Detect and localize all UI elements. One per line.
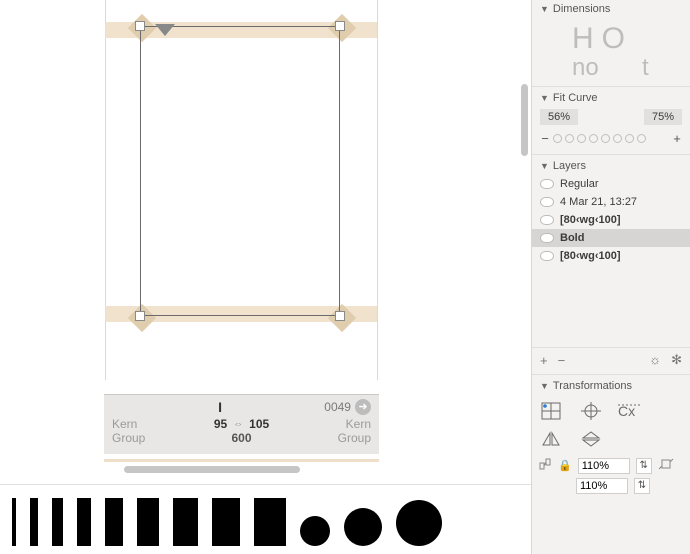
fit-curve-value-a[interactable]: 56% [540,109,578,125]
transformations-section-header[interactable]: ▼ Transformations [532,377,690,395]
vertical-scrollbar-thumb[interactable] [521,84,528,156]
disclosure-triangle-icon[interactable]: ▼ [540,381,549,391]
scale-x-stepper[interactable]: ⇅ [636,458,652,474]
layer-label: [80‹wg‹100] [560,250,621,262]
dimensions-title: Dimensions [553,3,610,15]
right-sidebearing-guide [377,0,378,380]
layer-row[interactable]: [80‹wg‹100] [532,211,690,229]
layers-list: Regular 4 Mar 21, 13:27 [80‹wg‹100] Bold… [532,175,690,265]
preview-glyph[interactable] [52,498,63,546]
disclosure-triangle-icon[interactable]: ▼ [540,93,549,103]
spacer [657,401,683,421]
inspector-sidebar: ▼ Dimensions HO no t ▼ Fit Curve 56% 75%… [531,0,690,554]
spacer [657,429,683,449]
flip-horizontal-icon[interactable] [538,429,564,449]
layer-row[interactable]: Bold [532,229,690,247]
fit-curve-value-b[interactable]: 75% [644,109,682,125]
layer-visibility-icon[interactable] [540,179,554,189]
node-handle[interactable] [335,311,345,321]
preview-glyph[interactable] [300,516,330,546]
fit-curve-plus-button[interactable]: + [672,131,682,146]
scale-apply-icon[interactable] [658,457,674,474]
fit-curve-minus-button[interactable]: − [540,131,550,146]
layer-row[interactable]: Regular [532,175,690,193]
preview-glyph[interactable] [254,498,286,546]
metrics-glyph-icon[interactable]: Cx [617,401,643,421]
dimensions-sample-asc: t [642,54,649,82]
group-left-label[interactable]: Group [112,431,145,445]
node-handle[interactable] [135,311,145,321]
remove-layer-button[interactable]: − [558,353,566,368]
scale-y-input[interactable] [576,478,628,494]
transform-origin-grid-icon[interactable] [538,401,564,421]
layers-toolbar: + − ☼ ✻ [532,347,690,372]
layer-label: Regular [560,178,599,190]
preview-glyph[interactable] [30,498,38,546]
scale-y-stepper[interactable]: ⇅ [634,478,650,494]
kern-right-label[interactable]: Kern [269,417,371,431]
preview-glyph[interactable] [105,498,123,546]
glyph-name[interactable]: I [218,399,222,415]
layers-title: Layers [553,160,586,172]
scale-x-input[interactable] [578,458,630,474]
layer-visibility-icon[interactable] [540,233,554,243]
dimensions-sample-caps: HO [572,22,633,56]
disclosure-triangle-icon[interactable]: ▼ [540,161,549,171]
vertical-scrollbar-track[interactable] [519,0,530,360]
disclosure-triangle-icon[interactable]: ▼ [540,4,549,14]
preview-glyph[interactable] [12,498,16,546]
transform-icon-grid: Cx [532,395,690,455]
layer-row[interactable]: 4 Mar 21, 13:27 [532,193,690,211]
dimensions-preview[interactable]: HO no t [532,18,690,84]
layer-row[interactable]: [80‹wg‹100] [532,247,690,265]
dimensions-section-header[interactable]: ▼ Dimensions [532,0,690,18]
horizontal-scrollbar[interactable] [124,466,300,473]
start-point-indicator-icon [155,24,175,36]
advance-width-value[interactable]: 600 [231,431,251,445]
layers-section-header[interactable]: ▼ Layers [532,157,690,175]
layer-visibility-icon[interactable] [540,251,554,261]
transformations-title: Transformations [553,380,632,392]
preview-glyph[interactable] [173,498,198,546]
layer-settings-icon[interactable]: ✻ [671,352,682,368]
metrics-lock-icon[interactable]: ⇔ [233,419,243,430]
scale-y-row: ⇅ [532,476,690,496]
align-center-icon[interactable] [578,401,604,421]
fit-curve-slider[interactable]: − + [532,131,690,152]
scale-x-row: 🔒 ⇅ [532,455,690,476]
group-right-label[interactable]: Group [338,431,371,445]
rsb-value[interactable]: 105 [249,417,269,431]
layer-label: [80‹wg‹100] [560,214,621,226]
preview-glyph[interactable] [396,500,442,546]
scale-link-icon[interactable] [538,457,552,474]
preview-glyph[interactable] [137,498,159,546]
add-layer-button[interactable]: + [540,353,548,368]
layer-light-icon[interactable]: ☼ [649,352,661,368]
preview-glyph[interactable] [77,498,91,546]
left-sidebearing-guide [105,0,106,380]
kern-left-label[interactable]: Kern [112,417,214,431]
glyph-outline[interactable] [140,26,340,316]
fit-curve-section-header[interactable]: ▼ Fit Curve [532,89,690,107]
layer-visibility-icon[interactable] [540,215,554,225]
layer-visibility-icon[interactable] [540,197,554,207]
spacer [617,429,643,449]
node-handle[interactable] [335,21,345,31]
layer-label: Bold [560,232,584,244]
flip-vertical-icon[interactable] [578,429,604,449]
dimensions-sample-lc: no [572,54,599,82]
next-glyph-button[interactable]: ➜ [355,399,371,415]
glyph-info-bar: . I 0049 ➜ Kern 95 ⇔ 105 Kern Group 600 … [104,394,379,454]
lsb-value[interactable]: 95 [214,417,227,431]
layer-label: 4 Mar 21, 13:27 [560,196,637,208]
fit-curve-title: Fit Curve [553,92,598,104]
node-handle[interactable] [135,21,145,31]
preview-glyph[interactable] [344,508,382,546]
preview-glyph[interactable] [212,498,240,546]
baseline-strip [104,459,379,462]
glyph-unicode: 0049 [324,400,351,414]
lock-icon[interactable]: 🔒 [558,459,572,472]
